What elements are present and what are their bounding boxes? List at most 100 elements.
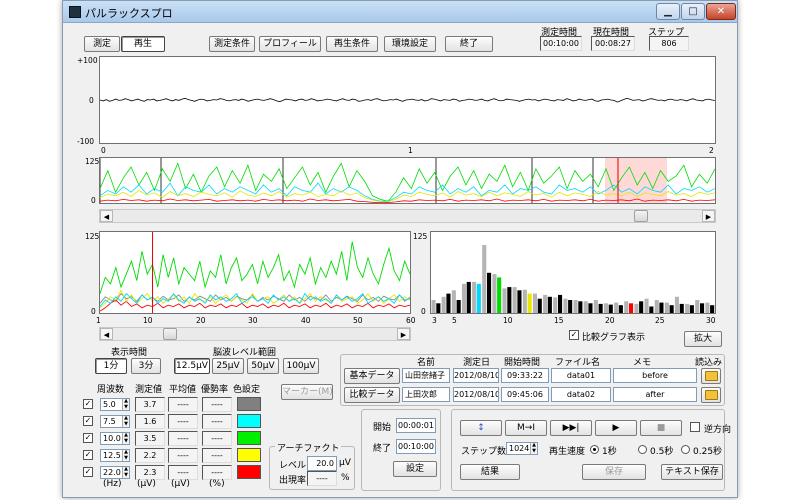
- data-row-file-name: data02: [551, 387, 611, 402]
- play-button[interactable]: ▶: [595, 420, 637, 436]
- band-color-swatch[interactable]: [237, 414, 261, 428]
- trend-x-tick-label: 50: [353, 316, 363, 325]
- spectrum-bar: [588, 303, 593, 313]
- band-frequency-spinner[interactable]: 7.5 ▲ ▼: [100, 415, 130, 428]
- spectrum-compare-bar: [654, 300, 659, 313]
- spectrum-compare-bar: [634, 303, 639, 313]
- band-color-swatch[interactable]: [237, 465, 261, 479]
- spectrum-compare-bar: [695, 300, 700, 313]
- trend-scroll-right-arrow[interactable]: ▶: [397, 328, 410, 340]
- speed-1s-radio[interactable]: [590, 445, 599, 454]
- speed-05s-radio[interactable]: [638, 445, 647, 454]
- profile-button[interactable]: プロフィール: [259, 36, 321, 52]
- spectrum-compare-bar: [614, 302, 619, 313]
- band-visible-checkbox[interactable]: ✓: [83, 450, 93, 460]
- spectrum-compare-bar: [573, 300, 578, 313]
- speed-025s-radio[interactable]: [681, 445, 690, 454]
- start-header: 開始時間: [504, 358, 541, 368]
- measure-conditions-button[interactable]: 測定条件: [209, 36, 255, 52]
- band-visible-checkbox[interactable]: ✓: [83, 416, 93, 426]
- skip-end-button[interactable]: ▶▶|: [550, 420, 592, 436]
- band-color-swatch[interactable]: [237, 448, 261, 462]
- step-count-spinner[interactable]: 1024 ▲ ▼: [506, 442, 538, 455]
- band-dominance-value: ----: [202, 465, 232, 480]
- spectrum-bar: [608, 304, 613, 313]
- band-frequency-spinner[interactable]: 10.0 ▲ ▼: [100, 432, 130, 445]
- playback-mode-button[interactable]: 再生: [121, 36, 165, 52]
- spinner-arrows-icon[interactable]: ▲ ▼: [122, 433, 129, 444]
- scroll-left-arrow[interactable]: ◀: [100, 210, 113, 222]
- save-button[interactable]: 保存: [582, 464, 646, 480]
- reverse-checkbox[interactable]: [690, 422, 700, 432]
- range-50-button[interactable]: 50μV: [247, 358, 279, 374]
- range-25-button[interactable]: 25μV: [212, 358, 244, 374]
- band-trend-plot: [99, 231, 411, 314]
- scroll-right-arrow[interactable]: ▶: [702, 210, 715, 222]
- trend-scroll-thumb[interactable]: [163, 328, 177, 340]
- spinner-arrows-icon[interactable]: ▲ ▼: [122, 399, 129, 410]
- band-visible-checkbox[interactable]: ✓: [83, 399, 93, 409]
- spectrum-bar: [466, 281, 471, 313]
- close-button[interactable]: ✕: [706, 3, 736, 20]
- fast-reverse-button[interactable]: ↕: [460, 420, 502, 436]
- spinner-arrows-icon[interactable]: ▲ ▼: [122, 416, 129, 427]
- load-folder-button[interactable]: [701, 368, 721, 384]
- spectrum-compare-bar: [522, 289, 527, 313]
- overview-scroll-thumb[interactable]: [634, 210, 648, 222]
- spectrum-compare-bar: [512, 287, 517, 313]
- playback-conditions-button[interactable]: 再生条件: [326, 36, 378, 52]
- band-color-swatch[interactable]: [237, 431, 261, 445]
- spectrum-svg: [431, 245, 715, 313]
- range-12-5-button[interactable]: 12.5μV: [174, 358, 210, 374]
- range-set-button[interactable]: 設定: [393, 461, 437, 477]
- artifact-level-label: レベル: [279, 461, 307, 471]
- band-color-swatch[interactable]: [237, 397, 261, 411]
- data-row-type-button[interactable]: 比較データ: [344, 387, 400, 403]
- data-row-file-name: data01: [551, 368, 611, 383]
- artifact-level-input[interactable]: 20.0: [307, 456, 337, 471]
- maximize-button[interactable]: □: [681, 3, 705, 20]
- load-folder-button[interactable]: [701, 387, 721, 403]
- compare-graph-label: 比較グラフ表示: [582, 333, 646, 343]
- spectrum-compare-bar: [583, 301, 588, 313]
- band-frequency-spinner[interactable]: 22.0 ▲ ▼: [100, 466, 130, 479]
- spectrum-bar: [568, 300, 573, 313]
- spinner-arrows-icon[interactable]: ▲ ▼: [122, 450, 129, 461]
- text-save-button[interactable]: テキスト保存: [661, 464, 723, 480]
- display-time-1min-button[interactable]: 1分: [95, 358, 127, 374]
- expand-button[interactable]: 拡大: [684, 331, 722, 347]
- spectrum-compare-bar: [532, 293, 537, 313]
- result-button[interactable]: 結果: [460, 464, 520, 480]
- app-icon: [69, 6, 81, 18]
- data-row-date: 2012/08/10: [453, 387, 499, 402]
- spectrum-compare-bar: [593, 300, 598, 313]
- eeg-range-label: 脳波レベル範囲: [213, 348, 277, 358]
- spinner-arrows-icon[interactable]: ▲ ▼: [122, 467, 129, 478]
- environment-settings-button[interactable]: 環境設定: [384, 36, 436, 52]
- range-start-input[interactable]: 00:00:01: [396, 418, 436, 433]
- range-end-input[interactable]: 00:10:00: [396, 439, 436, 454]
- overview-scrollbar[interactable]: ◀ ▶: [99, 209, 716, 223]
- spectrum-x-tick-label: 5: [452, 316, 457, 325]
- artifact-rate-value: ----: [307, 471, 337, 486]
- trend-y-bottom: 0: [91, 307, 96, 316]
- minimize-button[interactable]: ▁: [656, 3, 680, 20]
- spinner-arrows-icon[interactable]: ▲ ▼: [530, 443, 537, 454]
- trend-scroll-left-arrow[interactable]: ◀: [100, 328, 113, 340]
- display-time-3min-button[interactable]: 3分: [131, 358, 161, 374]
- measure-mode-button[interactable]: 測定: [84, 36, 120, 52]
- data-row-type-button[interactable]: 基本データ: [344, 368, 400, 384]
- stop-button[interactable]: ■: [640, 420, 682, 436]
- freq-unit: (Hz): [103, 479, 122, 489]
- band-frequency-spinner[interactable]: 12.5 ▲ ▼: [100, 449, 130, 462]
- range-100-button[interactable]: 100μV: [283, 358, 319, 374]
- compare-graph-checkbox[interactable]: ✓: [569, 330, 579, 340]
- step-forward-button[interactable]: M→I: [505, 420, 547, 436]
- band-visible-checkbox[interactable]: ✓: [83, 467, 93, 477]
- trend-scrollbar[interactable]: ◀ ▶: [99, 327, 411, 341]
- exit-button[interactable]: 終了: [445, 36, 493, 52]
- band-frequency-spinner[interactable]: 5.0 ▲ ▼: [100, 398, 130, 411]
- band-visible-checkbox[interactable]: ✓: [83, 433, 93, 443]
- marker-button[interactable]: マーカー(M): [281, 384, 333, 400]
- data-row-start-time: 09:33:22: [501, 368, 549, 383]
